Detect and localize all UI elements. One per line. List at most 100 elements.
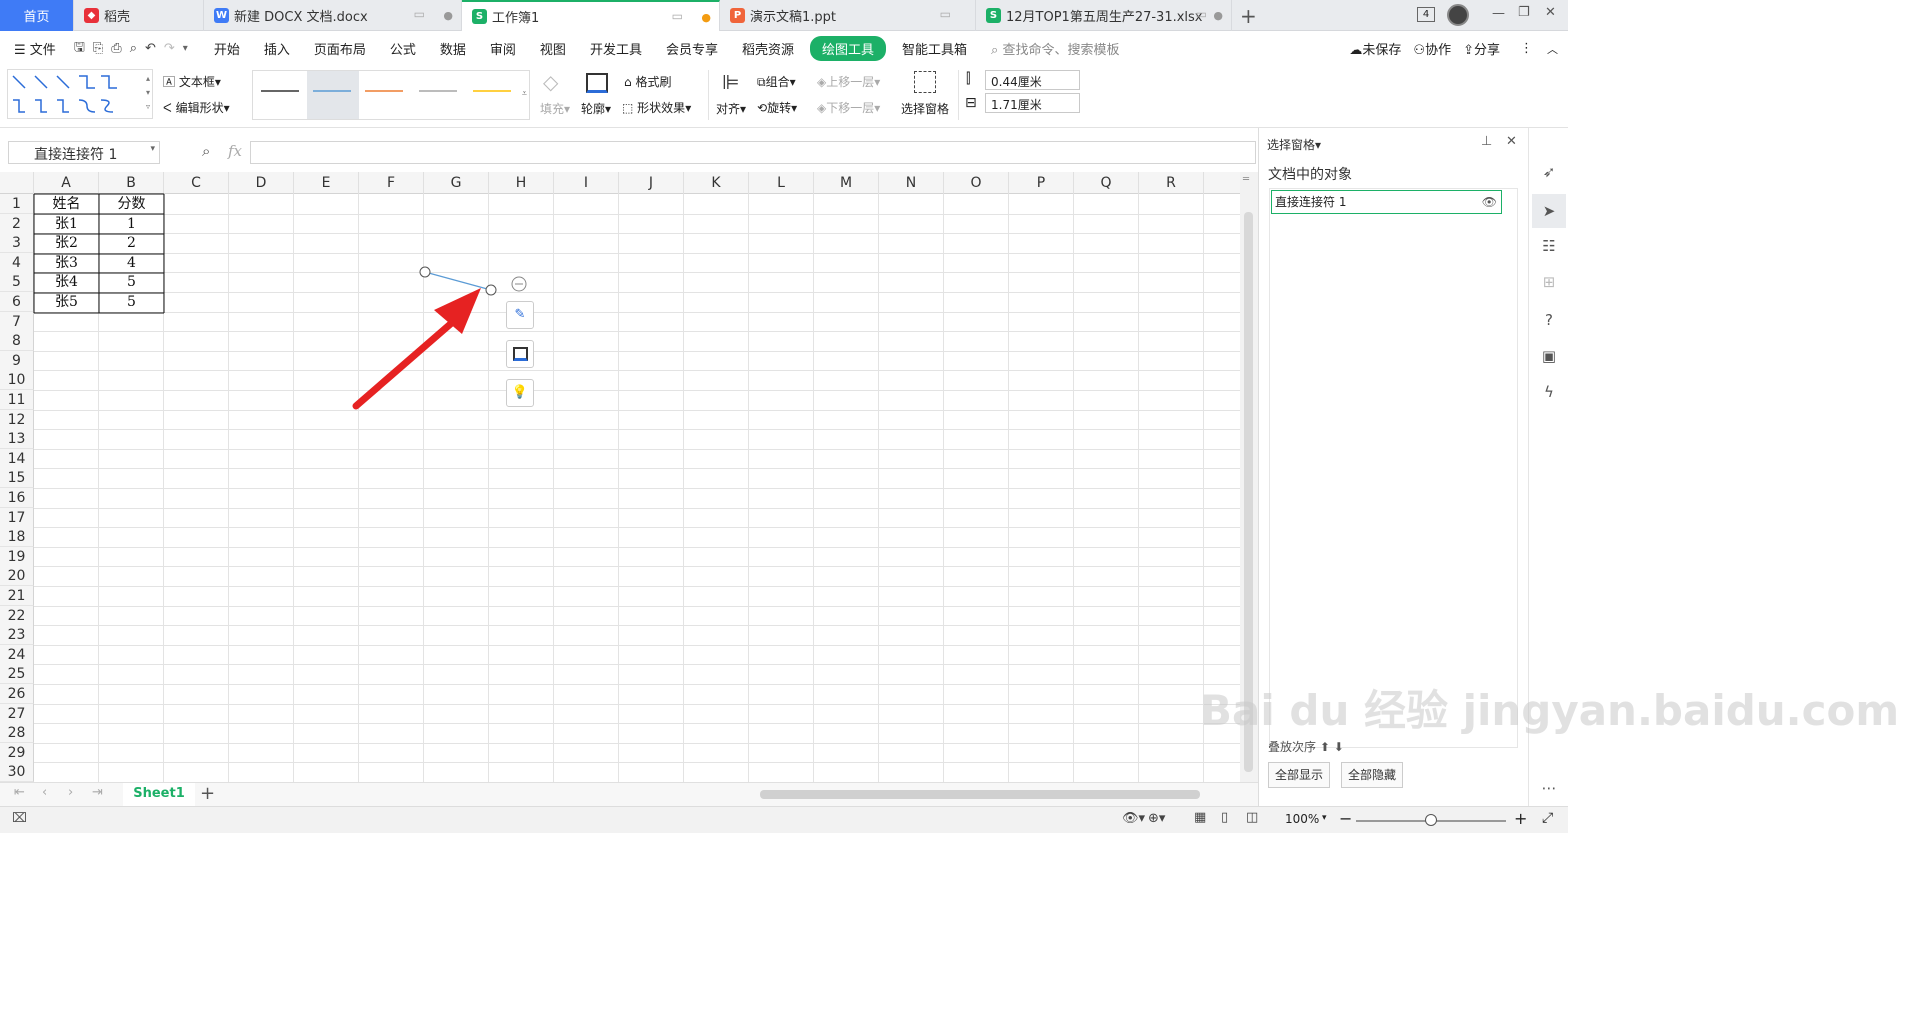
connector-handle-start[interactable] — [419, 266, 431, 278]
shape-effect-button[interactable]: ⬚ 形状效果▾ — [622, 99, 691, 116]
move-down-icon[interactable]: ⬇ — [1334, 740, 1344, 754]
spreadsheet-grid[interactable]: ABCDEFGHIJKLMNOPQR 1 2 3 4 5 6 7 8 9 10 11 12 13 14 15… — [0, 172, 1240, 782]
prev-sheet-icon[interactable]: ‹ — [42, 785, 47, 800]
gallery-more-icon[interactable]: ⩡ — [522, 89, 527, 99]
align-icon[interactable]: ⊫ — [722, 70, 739, 94]
tab-xlsx[interactable]: S 12月TOP1第五周生产27-31.xlsx ▭ ● — [976, 0, 1232, 31]
menu-start[interactable]: 开始 — [202, 39, 252, 58]
add-sheet-button[interactable]: + — [200, 783, 215, 804]
selection-pane-icon[interactable] — [914, 71, 936, 93]
first-sheet-icon[interactable]: ⇤ — [14, 785, 25, 800]
zoom-out-icon[interactable]: − — [1339, 809, 1352, 828]
restore-icon[interactable]: ❐ — [1518, 5, 1530, 20]
show-all-button[interactable]: 全部显示 — [1268, 762, 1331, 788]
line-style-gallery[interactable]: ⩡ — [252, 70, 530, 120]
search-command[interactable]: ⌕ 查找命令、搜索模板 — [979, 39, 1131, 58]
selection-pane-button[interactable]: 选择窗格 — [901, 100, 949, 117]
pane-title[interactable]: 选择窗格▾ — [1267, 136, 1321, 153]
monitor-icon[interactable]: ▭ — [414, 7, 425, 21]
object-item[interactable]: 直接连接符 1 👁 — [1271, 190, 1502, 214]
zoom-icon[interactable]: ⌕ — [202, 142, 210, 160]
zoom-level[interactable]: 100% — [1285, 812, 1319, 826]
tab-home[interactable]: 首页 — [0, 0, 74, 31]
minimize-icon[interactable]: — — [1492, 6, 1505, 21]
tab-dot-icon[interactable]: ● — [443, 9, 453, 22]
page-break-view-icon[interactable]: ◫ — [1246, 810, 1258, 825]
redo-icon[interactable]: ↷ — [164, 41, 175, 56]
float-style-button[interactable]: ✎ — [506, 301, 534, 329]
tab-count-badge[interactable]: 4 — [1417, 7, 1435, 22]
eye-protect-icon[interactable]: 👁▾ — [1122, 811, 1145, 826]
menu-smart-toolbox[interactable]: 智能工具箱 — [890, 39, 979, 58]
gallery-scroll-icon[interactable]: ▴ ▾ ▿ — [146, 72, 150, 114]
float-outline-button[interactable] — [506, 340, 534, 368]
monitor-icon[interactable]: ▭ — [1196, 7, 1207, 21]
format-painter-button[interactable]: ⌂ 格式刷 — [624, 73, 671, 90]
fx-icon[interactable]: fx — [228, 142, 242, 160]
menu-insert[interactable]: 插入 — [252, 39, 302, 58]
menu-formula[interactable]: 公式 — [378, 39, 428, 58]
menu-drawing-tools[interactable]: 绘图工具 — [809, 36, 886, 61]
settings-sliders-icon[interactable]: ☷ — [1539, 236, 1559, 256]
chevron-down-icon[interactable]: ▾ — [150, 144, 155, 154]
textbox-button[interactable]: 🄰 文本框▾ — [163, 73, 221, 90]
fill-icon[interactable]: ◇ — [543, 70, 558, 94]
close-icon[interactable]: ✕ — [1506, 134, 1517, 149]
monitor-icon[interactable]: ▭ — [672, 9, 683, 23]
pin-icon[interactable]: ⊥ — [1481, 134, 1492, 149]
input-method-icon[interactable]: ⊕▾ — [1148, 811, 1165, 826]
image-edit-icon[interactable]: ▣ — [1539, 346, 1559, 366]
monitor-icon[interactable]: ▭ — [940, 7, 951, 21]
unsaved-dot-icon[interactable]: ● — [701, 11, 711, 24]
tab-ppt[interactable]: P 演示文稿1.ppt ▭ — [720, 0, 976, 31]
unsaved-button[interactable]: ☁未保存 — [1343, 39, 1407, 58]
lightning-icon[interactable]: ϟ — [1539, 382, 1559, 402]
horizontal-scrollbar[interactable] — [745, 787, 1205, 801]
menu-member[interactable]: 会员专享 — [654, 39, 730, 58]
quick-more-icon[interactable]: ▾ — [183, 43, 188, 54]
menu-file[interactable]: ☰ 文件 — [0, 39, 68, 58]
close-icon[interactable]: ✕ — [1545, 5, 1556, 20]
save-icon[interactable]: 🖫 — [74, 38, 85, 60]
connector-handle-end[interactable] — [485, 284, 497, 296]
edit-shape-button[interactable]: ᐸ 编辑形状▾ — [163, 99, 230, 116]
more-dots-icon[interactable]: ⋯ — [1539, 778, 1559, 798]
help-icon[interactable]: ? — [1539, 310, 1559, 330]
tab-daoke[interactable]: ◆ 稻壳 — [74, 0, 204, 31]
normal-view-icon[interactable]: ▦ — [1194, 810, 1206, 825]
print-icon[interactable]: ⎙ — [111, 41, 121, 56]
next-sheet-icon[interactable]: › — [68, 785, 73, 800]
move-up-icon[interactable]: ⬆ — [1320, 740, 1330, 754]
width-input[interactable]: 1.71厘米 — [985, 93, 1080, 113]
connector-gallery[interactable]: ▴ ▾ ▿ — [7, 69, 153, 119]
share-button[interactable]: ⇪分享 — [1457, 39, 1506, 58]
fill-button[interactable]: 填充▾ — [540, 100, 570, 117]
outline-icon[interactable] — [586, 73, 608, 93]
bring-forward-button[interactable]: ◈上移一层▾ — [817, 73, 880, 90]
last-sheet-icon[interactable]: ⇥ — [92, 785, 103, 800]
cursor-select-icon[interactable]: ➤ — [1532, 194, 1566, 228]
tab-workbook1[interactable]: S 工作簿1 ▭ ● — [462, 0, 720, 31]
tab-dot-icon[interactable]: ● — [1213, 9, 1223, 22]
formula-input[interactable] — [250, 141, 1256, 164]
zoom-slider-knob[interactable] — [1425, 814, 1437, 826]
layout-icon[interactable]: ⊞ — [1539, 272, 1559, 292]
hscroll-thumb[interactable] — [760, 790, 1200, 799]
split-icon[interactable]: ═ — [1243, 174, 1249, 185]
straight-connector-1[interactable] — [424, 271, 492, 291]
avatar[interactable] — [1447, 4, 1469, 26]
name-box[interactable]: 直接连接符 1 ▾ — [8, 141, 160, 164]
preview-icon[interactable]: ⌕ — [130, 41, 137, 56]
float-effect-button[interactable]: 💡 — [506, 379, 534, 407]
sheet-tab-sheet1[interactable]: Sheet1 — [123, 783, 195, 806]
hide-all-button[interactable]: 全部隐藏 — [1341, 762, 1404, 788]
menu-data[interactable]: 数据 — [428, 39, 478, 58]
menu-daoke-resources[interactable]: 稻壳资源 — [730, 39, 806, 58]
undo-icon[interactable]: ↶ — [145, 41, 156, 56]
menu-page-layout[interactable]: 页面布局 — [302, 39, 378, 58]
collab-button[interactable]: ⚇协作 — [1407, 39, 1457, 58]
outline-button[interactable]: 轮廓▾ — [581, 100, 611, 117]
height-input[interactable]: 0.44厘米 — [985, 70, 1080, 90]
zoom-dropdown-icon[interactable]: ▾ — [1322, 813, 1327, 823]
macro-icon[interactable]: ⌧ — [12, 811, 27, 826]
